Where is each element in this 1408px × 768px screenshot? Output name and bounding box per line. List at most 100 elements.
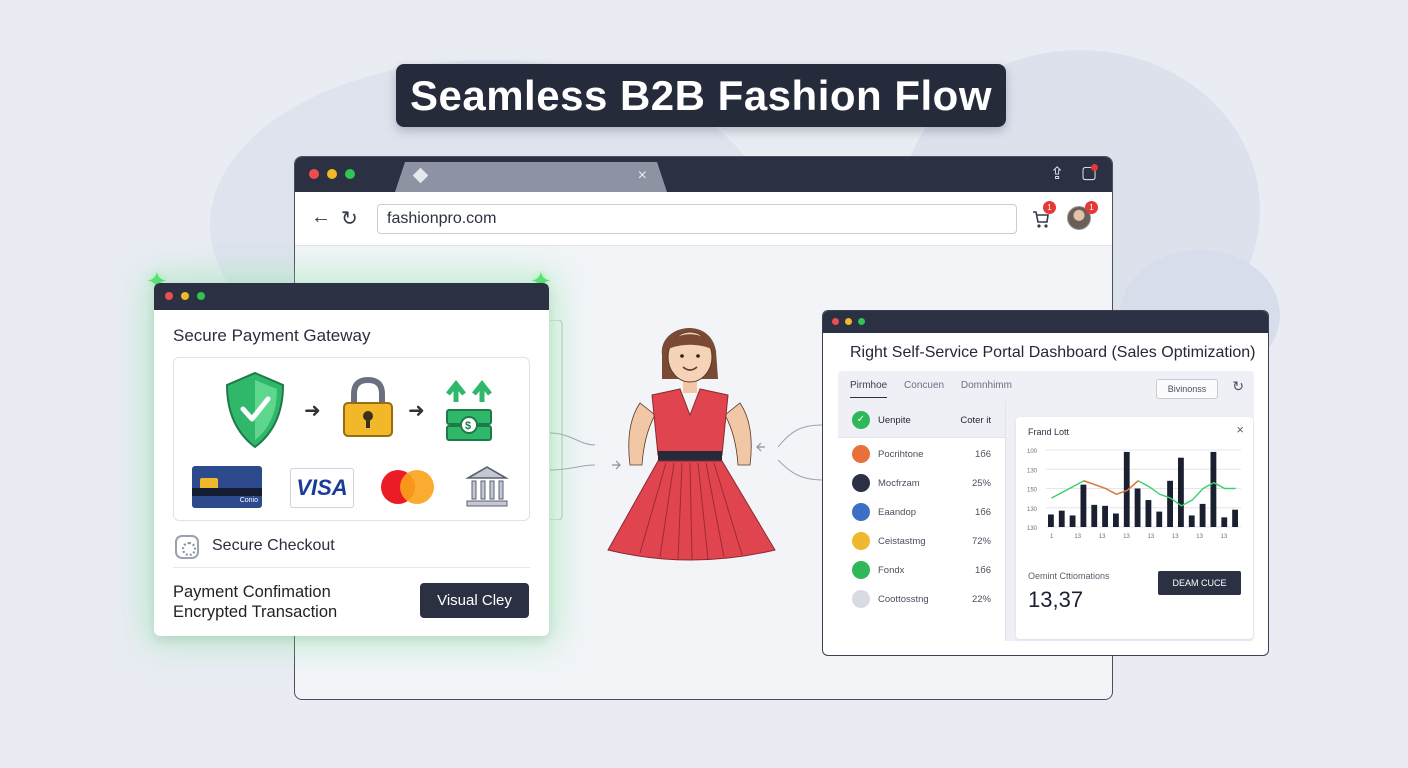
chart-bar	[1232, 509, 1238, 527]
list-item-icon	[852, 474, 870, 492]
list-item-value: 1б6	[974, 565, 991, 576]
share-icon[interactable]: ⇪	[1050, 164, 1064, 184]
list-item-name[interactable]: Coottosstng	[878, 594, 929, 605]
list-item-name[interactable]: Fondx	[878, 565, 904, 576]
tab-item[interactable]: Domnhimm	[961, 380, 1012, 391]
dashboard-filter-button[interactable]: Bivinonss	[1156, 379, 1218, 399]
maximize-window-dot[interactable]	[345, 169, 355, 179]
close-window-dot[interactable]	[832, 318, 839, 325]
list-item-icon	[852, 532, 870, 550]
secure-checkout-icon	[175, 535, 199, 559]
chart-bar	[1058, 510, 1065, 527]
list-header: ✓ Uenpite Coter it	[838, 401, 1005, 438]
chart-bar	[1069, 515, 1076, 527]
x-tick-label: 13	[1172, 534, 1179, 540]
tab-close-icon[interactable]: ×	[638, 167, 647, 185]
chart-bar	[1210, 451, 1217, 527]
x-tick-label: 1	[1050, 534, 1054, 540]
back-arrow-icon[interactable]: ←	[311, 206, 331, 229]
payment-title: Secure Payment Gateway	[173, 326, 371, 345]
window-chrome	[823, 311, 1268, 333]
cart-badge: 1	[1043, 201, 1056, 214]
browser-tab[interactable]: ×	[395, 162, 667, 192]
check-icon: ✓	[852, 411, 870, 429]
close-icon[interactable]: ×	[1236, 422, 1244, 437]
sales-dashboard-window: Right Self-Service Portal Dashboard (Sal…	[822, 310, 1269, 656]
chart-bar	[1199, 503, 1206, 527]
chart-bar	[1102, 505, 1108, 527]
tab-item[interactable]: Concuen	[904, 380, 944, 391]
card-label: Conio	[239, 497, 258, 504]
x-tick-label: 13	[1221, 534, 1228, 540]
chart-bar	[1188, 515, 1195, 527]
window-chrome	[154, 283, 549, 310]
svg-text:$: $	[465, 420, 471, 432]
dashboard-title: Right Self-Service Portal Dashboard (Sal…	[850, 344, 1256, 361]
close-window-dot[interactable]	[309, 169, 319, 179]
payment-gateway-window: Secure Payment Gateway ➜ ➜ $ Conio VISA	[154, 283, 549, 636]
list-item-value: 22%	[971, 594, 991, 605]
payment-action-button[interactable]: Visual Cley	[420, 583, 529, 618]
metric-label: Oemint Cttiomations	[1028, 571, 1110, 581]
list-header-name: Uenpite	[878, 415, 911, 426]
list-item-value: 1б6	[974, 449, 991, 460]
hero-title: Seamless B2B Fashion Flow	[396, 64, 1006, 127]
y-tick-label: 100	[1027, 449, 1038, 455]
maximize-window-dot[interactable]	[858, 318, 865, 325]
dashboard-tabs: Pirmhoe Concuen Domnhimm	[850, 380, 1026, 398]
x-tick-label: 13	[1074, 534, 1081, 540]
minimize-window-dot[interactable]	[181, 292, 189, 300]
list-item-icon	[852, 445, 870, 463]
list-item-icon	[852, 503, 870, 521]
y-tick-label: 130	[1027, 526, 1038, 532]
encrypted-line: Encrypted Transaction	[173, 603, 338, 621]
secure-checkout-label[interactable]: Secure Checkout	[212, 537, 335, 555]
product-list: ✓ Uenpite Coter it Pocrihtone 1б6 Mocfrzam…	[838, 401, 1006, 641]
money-transfer-icon: $	[446, 380, 492, 441]
confirmation-line: Payment Confimation	[173, 583, 331, 601]
credit-card-icon: Conio	[192, 466, 262, 508]
chart-bar	[1145, 500, 1152, 527]
list-item-value: 72%	[971, 536, 991, 547]
chart-bar	[1048, 514, 1054, 527]
chart-bar	[1156, 511, 1163, 527]
lock-icon	[343, 376, 393, 437]
visa-logo: VISA	[290, 468, 354, 508]
chart-bar	[1167, 480, 1173, 527]
tab-item[interactable]: Pirmhoe	[850, 380, 888, 398]
x-tick-label: 13	[1123, 534, 1130, 540]
fashion-model-illustration	[607, 327, 776, 561]
close-window-dot[interactable]	[165, 292, 173, 300]
list-item-name[interactable]: Eaandop	[878, 507, 916, 518]
flow-arrow-icon: ➜	[304, 400, 321, 422]
notification-dot	[1091, 164, 1098, 171]
list-item-name[interactable]: Ceistastmg	[878, 536, 926, 547]
chart-action-button[interactable]: DEAM CUCE	[1158, 571, 1241, 595]
minimize-window-dot[interactable]	[327, 169, 337, 179]
metric-value: 13,37	[1028, 587, 1084, 612]
list-item-name[interactable]: Mocfrzam	[878, 478, 920, 489]
divider	[173, 567, 530, 568]
chart-bar	[1221, 517, 1228, 527]
x-tick-label: 13	[1099, 534, 1106, 540]
browser-chrome: × ⇪ ▢	[295, 157, 1112, 192]
x-tick-label: 13	[1148, 534, 1155, 540]
payment-methods-panel: ➜ ➜ $ Conio VISA	[173, 357, 530, 521]
y-tick-label: 130	[1027, 507, 1038, 513]
address-bar[interactable]: fashionpro.com	[377, 204, 1017, 234]
bank-icon	[465, 466, 509, 507]
list-item-name[interactable]: Pocrihtone	[878, 449, 923, 460]
list-item-icon	[852, 590, 870, 608]
chart-bar	[1134, 488, 1141, 527]
chart-bar	[1080, 484, 1087, 527]
dashboard-body: Pirmhoe Concuen Domnhimm Bivinonss ↻ ✓ U…	[838, 371, 1254, 641]
reload-icon[interactable]: ↻	[341, 206, 358, 231]
minimize-window-dot[interactable]	[845, 318, 852, 325]
chart-line-series	[1051, 479, 1236, 507]
chart-title: Frand Lott	[1028, 427, 1070, 437]
refresh-icon[interactable]: ↻	[1232, 378, 1244, 395]
shield-check-icon	[225, 371, 285, 449]
list-item-value: 1б6	[974, 507, 991, 518]
maximize-window-dot[interactable]	[197, 292, 205, 300]
y-tick-label: 150	[1027, 488, 1038, 494]
